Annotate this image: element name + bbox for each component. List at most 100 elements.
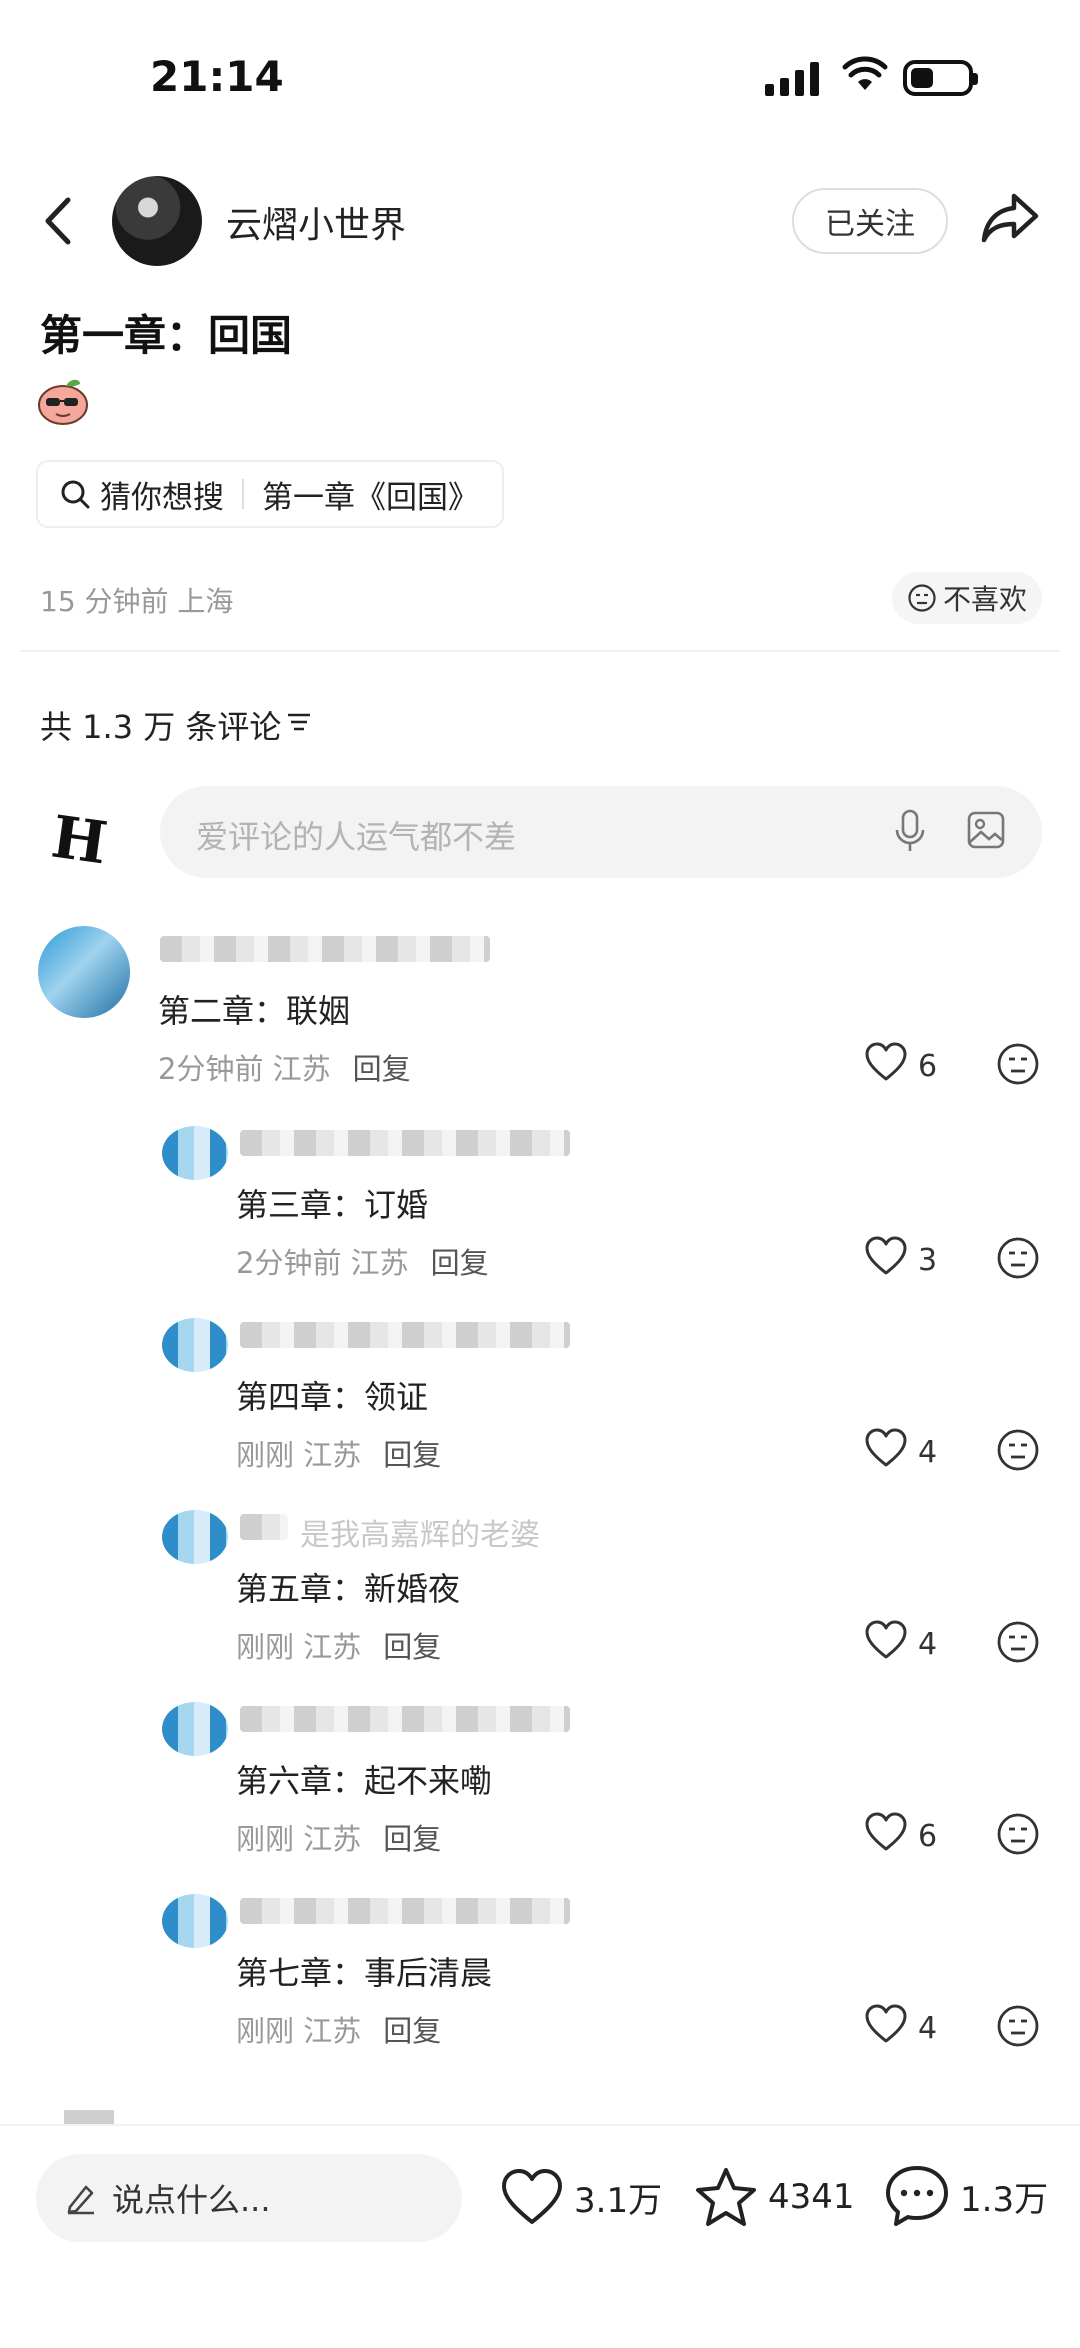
commenter-avatar[interactable] (38, 926, 130, 1018)
search-chip-divider (242, 479, 244, 509)
partial-avatar (64, 2110, 114, 2124)
search-icon (61, 480, 90, 509)
microphone-icon[interactable] (892, 808, 928, 858)
bottom-bar-divider (0, 2124, 1080, 2126)
comment-time-location: 2分钟前 江苏 (158, 1052, 331, 1086)
comment-stat-button[interactable]: 1.3万 (884, 2164, 1048, 2228)
commenter-avatar[interactable] (162, 1126, 228, 1180)
comment-text: 第六章：起不来嘞 (236, 1762, 493, 1800)
comment-like-button[interactable]: 6 (864, 1812, 937, 1860)
blurred-username (240, 1898, 570, 1924)
reply-button[interactable]: 回复 (383, 2014, 441, 2048)
comment-dislike-icon[interactable] (996, 1042, 1040, 1090)
battery-icon (903, 60, 978, 96)
author-name[interactable]: 云熠小世界 (226, 196, 406, 248)
blurred-username (240, 1706, 570, 1732)
blurred-username (240, 1514, 288, 1540)
comment-dislike-icon[interactable] (996, 1620, 1040, 1668)
reply-button[interactable]: 回复 (383, 1630, 441, 1664)
comment-like-button[interactable]: 3 (864, 1236, 937, 1284)
comment-like-count: 4 (918, 1626, 938, 1662)
like-count: 3.1万 (574, 2180, 663, 2221)
comment-dislike-icon[interactable] (996, 2004, 1040, 2052)
comment-count: 共 1.3 万 条评论 (40, 708, 282, 746)
comment-time-location: 刚刚 江苏 (236, 2014, 362, 2048)
comment-meta: 2分钟前 江苏 回复 (236, 1240, 489, 1282)
search-chip-query: 第一章《回国》 (262, 479, 479, 516)
comment-like-button[interactable]: 6 (864, 1042, 937, 1090)
commenter-avatar[interactable] (162, 1510, 228, 1564)
comment-meta: 刚刚 江苏 回复 (236, 2008, 441, 2050)
heart-icon (864, 2004, 908, 2052)
comment-text: 第二章：联姻 (158, 992, 351, 1030)
comment-meta: 刚刚 江苏 回复 (236, 1816, 441, 1858)
reply-button[interactable]: 回复 (383, 1438, 441, 1472)
commenter-avatar[interactable] (162, 1318, 228, 1372)
dislike-label: 不喜欢 (942, 583, 1027, 616)
comment-text: 第七章：事后清晨 (236, 1954, 493, 1992)
comment-like-button[interactable]: 4 (864, 1428, 937, 1476)
comment-input-placeholder: 爱评论的人运气都不差 (196, 818, 517, 856)
search-chip-prefix: 猜你想搜 (100, 479, 224, 516)
share-icon[interactable] (980, 190, 1040, 250)
sort-filter-icon[interactable] (286, 710, 312, 738)
suggested-search-chip[interactable]: 猜你想搜 第一章《回国》 (36, 460, 504, 528)
heart-icon (864, 1428, 908, 1476)
heart-icon (864, 1236, 908, 1284)
favorite-stat-button[interactable]: 4341 (694, 2166, 855, 2228)
blurred-username (160, 936, 490, 962)
current-user-avatar: H (47, 802, 112, 878)
commenter-avatar[interactable] (162, 1702, 228, 1756)
commenter-avatar[interactable] (162, 1894, 228, 1948)
comment-time-location: 2分钟前 江苏 (236, 1246, 409, 1280)
author-avatar[interactable] (112, 176, 202, 266)
comment-count-bottom: 1.3万 (960, 2179, 1049, 2220)
reply-button[interactable]: 回复 (353, 1052, 411, 1086)
comment-like-button[interactable]: 4 (864, 2004, 937, 2052)
comment-text: 第三章：订婚 (236, 1186, 429, 1224)
heart-icon (502, 2169, 562, 2224)
comment-time-location: 刚刚 江苏 (236, 1630, 362, 1664)
comment-text: 第四章：领证 (236, 1378, 429, 1416)
comment-time-location: 刚刚 江苏 (236, 1438, 362, 1472)
cellular-signal-icon (765, 60, 819, 96)
comment-meta: 2分钟前 江苏 回复 (158, 1046, 411, 1088)
comment-bubble-icon (886, 2166, 948, 2226)
heart-icon (864, 1042, 908, 1090)
comment-meta: 刚刚 江苏 回复 (236, 1624, 441, 1666)
comment-like-button[interactable]: 4 (864, 1620, 937, 1668)
reply-button[interactable]: 回复 (431, 1246, 489, 1280)
commenter-name[interactable]: 是我高嘉辉的老婆 (300, 1510, 540, 1554)
comment-dislike-icon[interactable] (996, 1428, 1040, 1476)
blurred-username (240, 1130, 570, 1156)
section-divider (20, 650, 1060, 652)
comment-like-count: 6 (918, 1818, 938, 1854)
comment-text: 第五章：新婚夜 (236, 1570, 461, 1608)
comment-like-count: 4 (918, 1434, 938, 1470)
image-icon[interactable] (966, 810, 1006, 854)
neutral-face-icon (908, 584, 936, 612)
say-placeholder: 说点什么... (112, 2181, 271, 2219)
wifi-icon (842, 56, 888, 96)
comment-dislike-icon[interactable] (996, 1812, 1040, 1860)
pencil-icon (67, 2185, 94, 2215)
heart-icon (864, 1812, 908, 1860)
comment-like-count: 4 (918, 2010, 938, 2046)
post-title: 第一章：回国 (40, 311, 293, 360)
back-arrow-icon[interactable] (42, 196, 72, 250)
say-something-input[interactable]: 说点什么... (36, 2154, 462, 2242)
follow-button[interactable]: 已关注 (792, 188, 948, 254)
like-stat-button[interactable]: 3.1万 (500, 2168, 662, 2226)
comment-meta: 刚刚 江苏 回复 (236, 1432, 441, 1474)
comment-like-count: 3 (918, 1242, 938, 1278)
comment-like-count: 6 (918, 1048, 938, 1084)
star-icon (696, 2168, 756, 2226)
emoji-sticker-icon (36, 376, 90, 426)
dislike-button[interactable]: 不喜欢 (892, 572, 1042, 624)
favorite-count: 4341 (768, 2177, 855, 2217)
status-time: 21:14 (150, 52, 284, 101)
reply-button[interactable]: 回复 (383, 1822, 441, 1856)
comment-time-location: 刚刚 江苏 (236, 1822, 362, 1856)
comment-dislike-icon[interactable] (996, 1236, 1040, 1284)
post-meta: 15 分钟前 上海 (40, 585, 234, 618)
